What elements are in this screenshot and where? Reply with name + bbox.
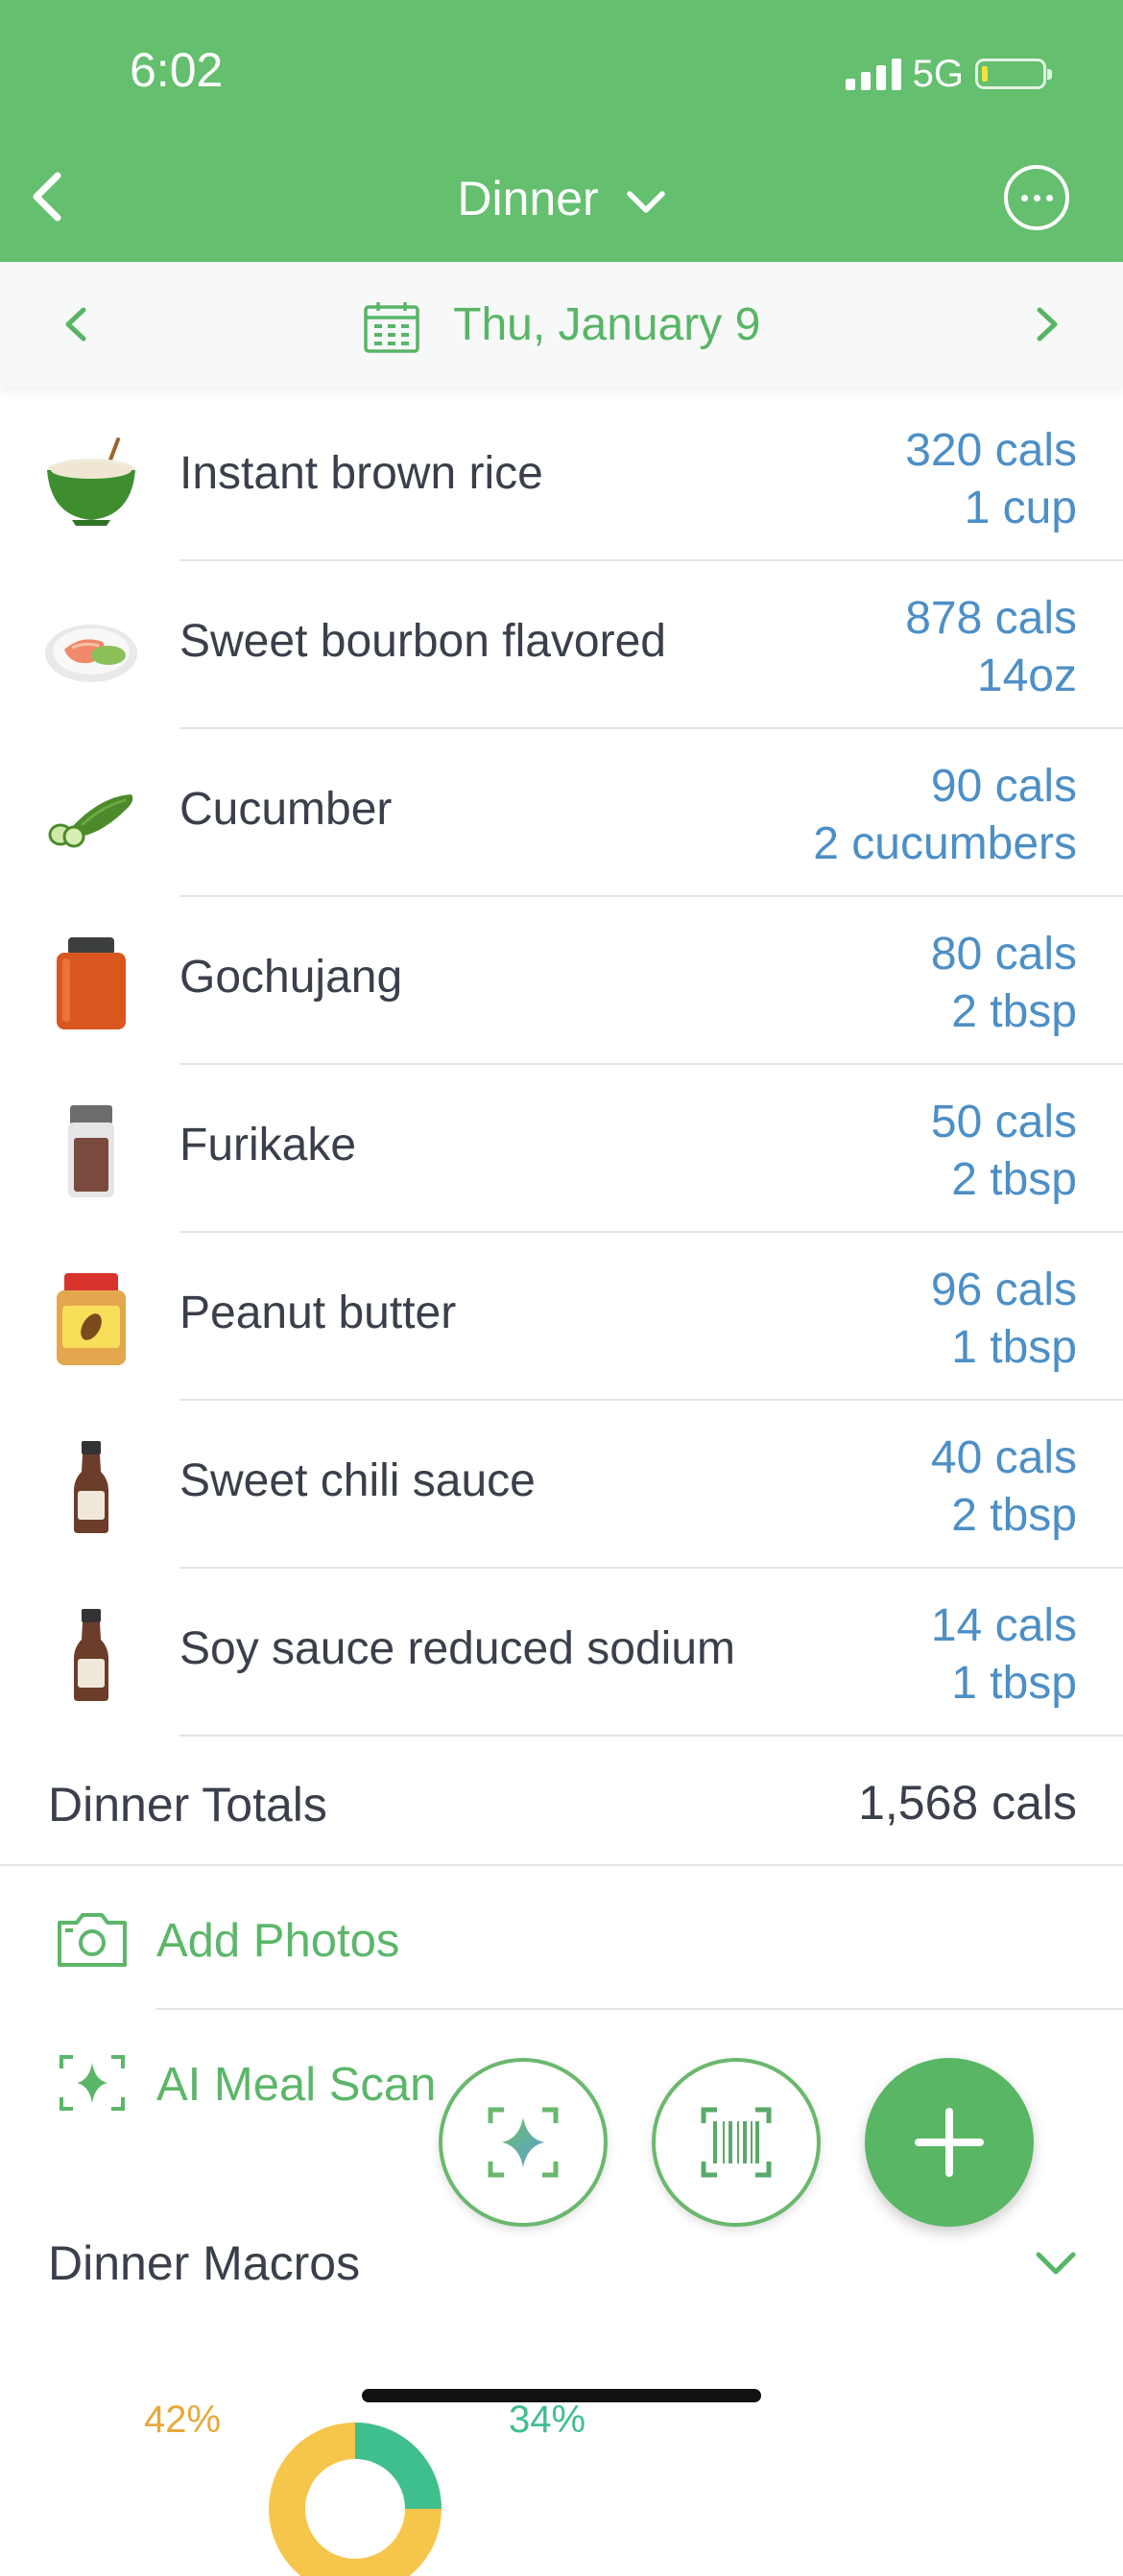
network-label: 5G: [912, 52, 964, 95]
food-item[interactable]: Gochujang 80 cals 2 tbsp: [0, 897, 1123, 1065]
calories-value: 878 cals: [905, 593, 1077, 644]
sauce-bottle-icon: [74, 1609, 108, 1701]
add-food-fab[interactable]: [865, 2058, 1034, 2227]
food-calories: 90 cals 2 cucumbers: [813, 758, 1077, 873]
calories-value: 50 cals: [930, 1097, 1077, 1147]
serving-size: 1 tbsp: [951, 1658, 1077, 1709]
chevron-right-icon[interactable]: [1022, 300, 1070, 348]
add-photos-button[interactable]: Add Photos: [0, 1866, 1123, 2010]
barcode-icon: [701, 2107, 772, 2178]
food-name: Gochujang: [179, 952, 403, 1003]
totals-label: Dinner Totals: [48, 1778, 327, 1832]
jar-icon: [57, 937, 126, 1029]
food-list: Instant brown rice 320 cals 1 cup Sweet …: [0, 393, 1123, 1737]
barcode-scan-fab[interactable]: [652, 2058, 821, 2227]
food-calories: 50 cals 2 tbsp: [931, 1094, 1077, 1209]
calories-value: 80 cals: [930, 929, 1077, 980]
food-item[interactable]: Cucumber 90 cals 2 cucumbers: [0, 729, 1123, 897]
food-name: Sweet bourbon flavored: [179, 616, 666, 667]
serving-size: 2 tbsp: [951, 1154, 1077, 1205]
food-item[interactable]: Instant brown rice 320 cals 1 cup: [0, 393, 1123, 561]
more-options-button[interactable]: [1004, 165, 1069, 230]
chevron-down-icon: [1036, 2252, 1076, 2275]
calories-value: 320 cals: [905, 425, 1077, 476]
serving-size: 2 tbsp: [951, 986, 1077, 1037]
salmon-plate-icon: [45, 625, 137, 682]
add-photos-label: Add Photos: [156, 1915, 400, 1967]
status-time: 6:02: [130, 43, 224, 97]
peanut-butter-jar-icon: [57, 1273, 126, 1365]
sauce-bottle-icon: [74, 1441, 108, 1533]
camera-icon: [58, 1913, 127, 1967]
food-item[interactable]: Peanut butter 96 cals 1 tbsp: [0, 1233, 1123, 1401]
macros-pie-chart: [269, 2422, 442, 2576]
serving-size: 2 cucumbers: [813, 818, 1077, 869]
serving-size: 1 tbsp: [951, 1322, 1077, 1373]
food-calories: 40 cals 2 tbsp: [931, 1430, 1077, 1545]
dinner-macros-header[interactable]: Dinner Macros: [0, 2207, 1123, 2322]
food-calories: 14 cals 1 tbsp: [931, 1597, 1077, 1713]
dot-icon: [1033, 194, 1040, 201]
totals-value: 1,568 cals: [858, 1776, 1077, 1830]
chevron-down-icon: [626, 191, 665, 213]
food-name: Soy sauce reduced sodium: [179, 1623, 735, 1674]
calories-value: 14 cals: [930, 1600, 1077, 1651]
calories-value: 90 cals: [930, 761, 1077, 812]
macro-percent-left: 42%: [144, 2399, 222, 2441]
home-indicator: [362, 2389, 761, 2402]
rice-bowl-icon: [47, 437, 135, 526]
food-name: Instant brown rice: [179, 448, 543, 499]
food-calories: 878 cals 14oz: [905, 590, 1077, 705]
sparkle-scan-icon: [488, 2107, 559, 2178]
food-item[interactable]: Sweet bourbon flavored 878 cals 14oz: [0, 561, 1123, 729]
food-item[interactable]: Sweet chili sauce 40 cals 2 tbsp: [0, 1401, 1123, 1569]
date-label: Thu, January 9: [453, 299, 761, 350]
page-title: Dinner: [457, 172, 599, 225]
cucumber-icon: [48, 794, 133, 848]
spice-shaker-icon: [68, 1105, 114, 1197]
serving-size: 2 tbsp: [951, 1490, 1077, 1541]
plus-icon: [915, 2108, 984, 2177]
macro-percent-right: 34%: [509, 2399, 586, 2441]
food-calories: 80 cals 2 tbsp: [931, 926, 1077, 1041]
food-item[interactable]: Soy sauce reduced sodium 14 cals 1 tbsp: [0, 1569, 1123, 1737]
sparkle-scan-icon: [60, 2055, 125, 2111]
food-name: Peanut butter: [179, 1288, 457, 1338]
battery-icon: [975, 59, 1052, 89]
food-name: Sweet chili sauce: [179, 1455, 536, 1506]
dot-icon: [1045, 194, 1053, 201]
dinner-totals-row: Dinner Totals 1,568 cals: [0, 1737, 1123, 1866]
status-icons: 5G: [845, 50, 1052, 98]
food-item[interactable]: Furikake 50 cals 2 tbsp: [0, 1065, 1123, 1233]
ai-scan-fab[interactable]: [439, 2058, 608, 2227]
serving-size: 1 cup: [964, 483, 1077, 533]
date-selector[interactable]: Thu, January 9: [0, 298, 1123, 354]
dot-icon: [1020, 194, 1028, 201]
signal-icon: [845, 58, 901, 90]
food-calories: 96 cals 1 tbsp: [931, 1262, 1077, 1377]
food-calories: 320 cals 1 cup: [905, 422, 1077, 537]
macros-label: Dinner Macros: [48, 2236, 361, 2290]
serving-size: 14oz: [976, 650, 1077, 701]
food-name: Furikake: [179, 1120, 357, 1170]
date-navigator: Thu, January 9: [0, 262, 1123, 387]
food-name: Cucumber: [179, 784, 393, 835]
ai-meal-scan-label: AI Meal Scan: [156, 2059, 437, 2111]
calories-value: 96 cals: [930, 1264, 1077, 1315]
app-header: 6:02 5G Dinner: [0, 0, 1123, 262]
meal-title-dropdown[interactable]: Dinner: [0, 171, 1123, 226]
calories-value: 40 cals: [930, 1432, 1077, 1483]
calendar-icon: [363, 302, 419, 354]
